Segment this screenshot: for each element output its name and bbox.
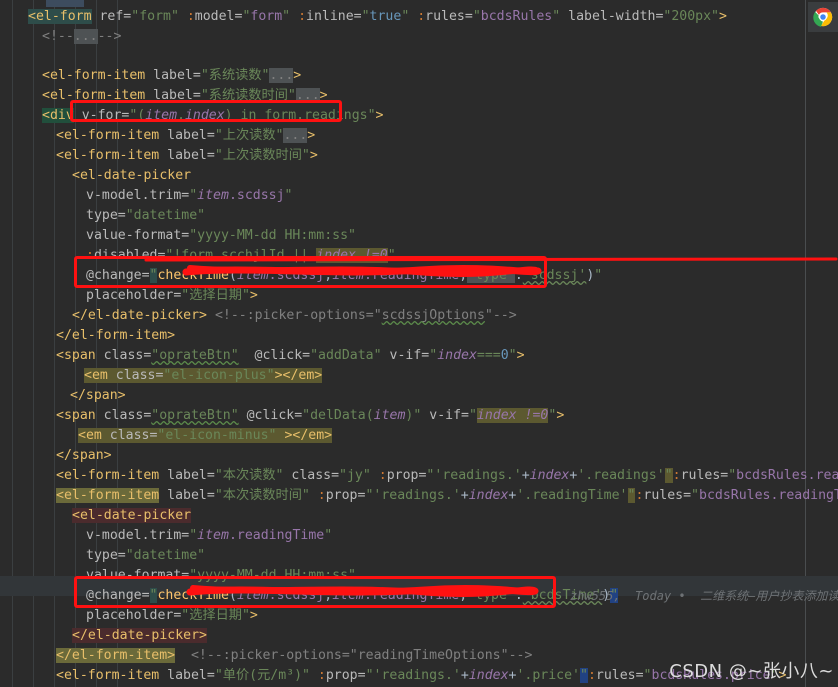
code-editor-surface[interactable]: <el-form ref="form" :model="form" :inlin… xyxy=(0,0,838,687)
code-line[interactable]: <em class="el-icon-plus"></em> xyxy=(84,366,323,386)
code-line[interactable]: </span> xyxy=(70,386,126,406)
code-line[interactable]: :disabled="!form.scchjlId || index !=0" xyxy=(86,246,396,266)
code-line[interactable]: <el-form-item label="本次读数" class="jy" :p… xyxy=(56,466,838,486)
blame-message: 二维系统—用户抄表添加读 xyxy=(700,589,838,603)
git-blame-annotation: zhw555, Today • 二维系统—用户抄表添加读 xyxy=(570,589,838,603)
blame-when: Today xyxy=(635,589,672,603)
code-line[interactable]: <el-date-picker xyxy=(72,506,192,526)
code-line[interactable]: </span> xyxy=(56,446,112,466)
code-line[interactable]: v-model.trim="item.readingTime" xyxy=(86,526,332,546)
code-line[interactable]: </el-form-item> xyxy=(56,326,175,346)
code-line[interactable]: @change="checkTime(item.scdssj,item.read… xyxy=(86,586,619,606)
code-line[interactable]: <!--...--> xyxy=(42,27,121,47)
csdn-watermark: CSDN @~张小八~ xyxy=(669,661,834,682)
code-line[interactable]: <div v-for="(item,index) in form.reading… xyxy=(42,106,383,126)
chrome-icon xyxy=(813,7,833,27)
chrome-taskbar-button[interactable] xyxy=(808,2,838,32)
code-line[interactable]: type="datetime" xyxy=(86,206,205,226)
code-line[interactable]: <el-form-item label="系统读数时间"...> xyxy=(42,86,328,106)
code-line[interactable]: <em class="el-icon-minus" ></em> xyxy=(78,426,333,446)
code-line[interactable]: placeholder="选择日期"> xyxy=(86,286,258,306)
code-line[interactable]: <el-form-item label="上次读数时间"> xyxy=(56,146,318,166)
blame-separator: • xyxy=(678,589,686,603)
code-line[interactable]: <el-form-item label="系统读数"...> xyxy=(42,66,301,86)
scroll-indicator[interactable] xyxy=(46,0,84,7)
code-line[interactable]: v-model.trim="item.scdssj" xyxy=(86,186,292,206)
code-line[interactable]: <el-form ref="form" :model="form" :inlin… xyxy=(28,7,727,27)
blame-author: zhw555 xyxy=(570,589,614,603)
code-line[interactable]: type="datetime" xyxy=(86,546,205,566)
code-line[interactable]: <span class="oprateBtn" @click="addData"… xyxy=(56,346,525,366)
code-line[interactable]: </el-date-picker> xyxy=(72,626,207,646)
editor-window: <el-form ref="form" :model="form" :inlin… xyxy=(0,0,838,687)
code-line[interactable]: value-format="yyyy-MM-dd HH:mm:ss" xyxy=(86,226,356,246)
code-line[interactable]: </el-date-picker> <!--:picker-options="s… xyxy=(72,306,517,326)
code-line[interactable]: @change="checkTime(item.scdssj,item.read… xyxy=(86,266,602,286)
code-line[interactable]: value-format="yyyy-MM-dd HH:mm:ss" xyxy=(86,566,356,586)
code-line[interactable]: <el-form-item label="本次读数时间" :prop="'rea… xyxy=(56,486,838,506)
code-line[interactable]: <span class="oprateBtn" @click="delData(… xyxy=(56,406,564,426)
code-line[interactable]: </el-form-item> <!--:picker-options="rea… xyxy=(56,646,532,666)
code-line[interactable]: placeholder="选择日期"> xyxy=(86,606,258,626)
code-line[interactable]: <el-form-item label="上次读数"...> xyxy=(56,126,315,146)
code-line[interactable]: <el-date-picker xyxy=(72,166,191,186)
